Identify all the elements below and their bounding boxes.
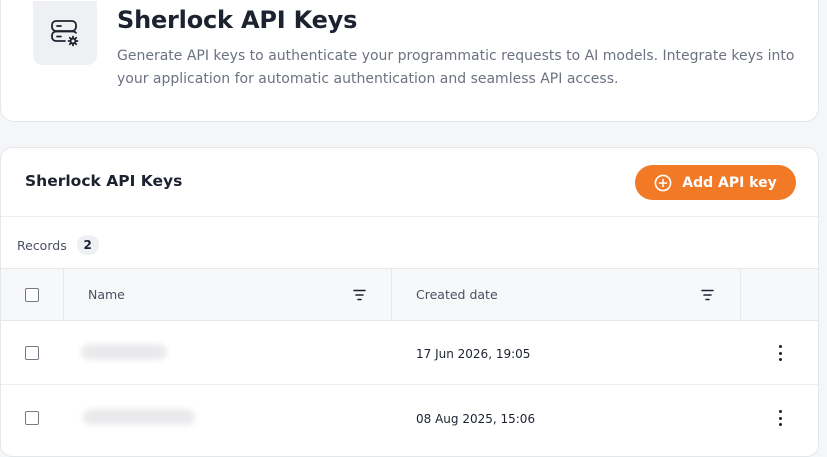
redacted-key-name xyxy=(83,409,195,425)
table-row[interactable]: 17 Jun 2026, 19:05 xyxy=(1,321,818,385)
table-header: Name Created date xyxy=(1,268,818,321)
records-label: Records xyxy=(17,237,67,253)
more-options-icon[interactable] xyxy=(775,410,785,426)
column-separator xyxy=(740,269,741,320)
created-date: 08 Aug 2025, 15:06 xyxy=(416,412,536,426)
page-description: Generate API keys to authenticate your p… xyxy=(117,48,795,87)
column-header-created-date: Created date xyxy=(416,287,498,302)
header-card: Sherlock API Keys Generate API keys to a… xyxy=(0,0,819,122)
redacted-key-name xyxy=(81,344,167,360)
column-separator xyxy=(63,269,64,320)
table-row[interactable]: 08 Aug 2025, 15:06 xyxy=(1,386,818,450)
created-date: 17 Jun 2026, 19:05 xyxy=(416,347,531,361)
filter-icon[interactable] xyxy=(701,289,714,301)
select-all-checkbox[interactable] xyxy=(25,288,39,302)
plus-circle-icon xyxy=(654,174,672,191)
add-api-key-label: Add API key xyxy=(682,174,777,191)
more-options-icon[interactable] xyxy=(775,345,785,361)
column-header-name: Name xyxy=(88,287,125,302)
server-settings-icon xyxy=(33,1,97,65)
filter-icon[interactable] xyxy=(353,289,366,301)
api-keys-card: Sherlock API Keys Add API key Records 2 … xyxy=(0,147,819,457)
row-checkbox[interactable] xyxy=(25,346,39,360)
column-separator xyxy=(391,269,392,320)
records-summary: Records 2 xyxy=(17,235,99,255)
page-title: Sherlock API Keys xyxy=(117,6,358,34)
divider xyxy=(1,216,818,217)
card-title: Sherlock API Keys xyxy=(25,172,183,190)
add-api-key-button[interactable]: Add API key xyxy=(635,165,796,200)
records-count-badge: 2 xyxy=(76,235,99,255)
row-checkbox[interactable] xyxy=(25,411,39,425)
